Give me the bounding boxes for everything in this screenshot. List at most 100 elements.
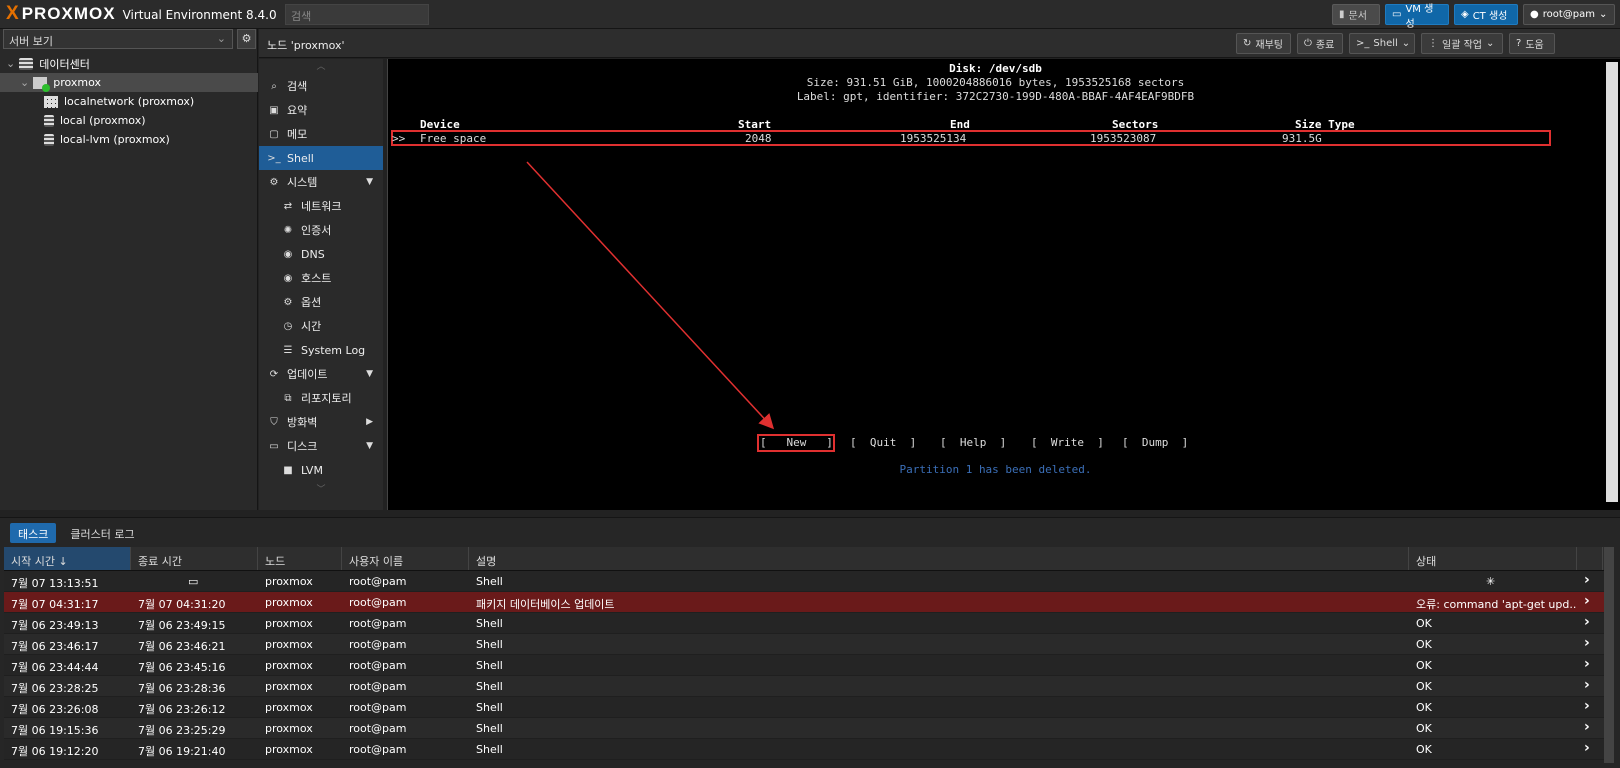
nav-repositories[interactable]: ⧉ 리포지토리 bbox=[259, 386, 383, 410]
nav-firewall[interactable]: ⛉ 방화벽 ▶ bbox=[259, 410, 383, 434]
header-user[interactable]: 사용자 이름 bbox=[342, 547, 469, 570]
square-icon: ■ bbox=[283, 464, 293, 476]
resource-tree: ⌄ 데이터센터 ⌄ proxmox localnetwork (proxmox) l… bbox=[0, 54, 258, 149]
menu-write[interactable]: [ Write ] bbox=[1031, 436, 1104, 449]
nav-hosts[interactable]: ◉ 호스트 bbox=[259, 266, 383, 290]
refresh-icon: ⟳ bbox=[269, 368, 279, 380]
nav-disks[interactable]: ▭ 디스크 ▼ bbox=[259, 434, 383, 458]
search-input[interactable]: 검색 bbox=[285, 4, 429, 25]
menu-help[interactable]: [ Help ] bbox=[940, 436, 1006, 449]
user-menu-button[interactable]: ● root@pam ⌄ bbox=[1523, 4, 1615, 25]
table-row[interactable]: 7월 06 23:44:44 7월 06 23:45:16 proxmox root@… bbox=[4, 655, 1604, 676]
open-detail-chevron-icon[interactable]: › bbox=[1577, 571, 1603, 591]
docs-label: 문서 bbox=[1348, 11, 1367, 22]
header-end-time[interactable]: 종료 시간 bbox=[131, 547, 258, 570]
menu-new[interactable]: [ New ] bbox=[760, 436, 833, 449]
tree-item-localnetwork[interactable]: localnetwork (proxmox) bbox=[0, 92, 258, 111]
tree-node-proxmox[interactable]: ⌄ proxmox bbox=[0, 73, 258, 92]
book-icon: ▮ bbox=[1339, 9, 1345, 20]
tree-item-local-lvm[interactable]: local-lvm (proxmox) bbox=[0, 130, 258, 149]
menu-quit[interactable]: [ Quit ] bbox=[850, 436, 916, 449]
tree-datacenter[interactable]: ⌄ 데이터센터 bbox=[0, 54, 258, 73]
cell-description: Shell bbox=[476, 701, 503, 714]
reboot-button[interactable]: ↻ 재부팅 bbox=[1236, 33, 1291, 54]
create-ct-button[interactable]: ◈ CT 생성 bbox=[1454, 4, 1518, 25]
nav-shell[interactable]: >_ Shell bbox=[259, 146, 383, 170]
cell-start-time: 7월 06 19:15:36 bbox=[11, 724, 99, 737]
view-selector-label: 서버 보기 bbox=[9, 35, 53, 48]
chevron-down-icon: ⌄ bbox=[1485, 38, 1495, 49]
gear-icon[interactable]: ⚙ bbox=[237, 29, 256, 49]
task-grid-scrollbar[interactable] bbox=[1604, 547, 1614, 763]
nav-time[interactable]: ◷ 시간 bbox=[259, 314, 383, 338]
create-vm-button[interactable]: ▭ VM 생성 bbox=[1385, 4, 1449, 30]
open-detail-chevron-icon[interactable]: › bbox=[1577, 655, 1603, 675]
chevron-down-icon[interactable]: ﹀ bbox=[259, 482, 383, 497]
nav-notes[interactable]: ▢ 메모 bbox=[259, 122, 383, 146]
tab-cluster-log[interactable]: 클러스터 로그 bbox=[62, 523, 142, 543]
nav-summary[interactable]: ▣ 요약 bbox=[259, 98, 383, 122]
table-row[interactable]: 7월 06 19:15:36 7월 06 23:25:29 proxmox root@… bbox=[4, 718, 1604, 739]
menu-dump[interactable]: [ Dump ] bbox=[1122, 436, 1188, 449]
cell-end-time: 7월 06 23:26:12 bbox=[138, 703, 226, 716]
shell-menu-button[interactable]: >_ Shell ⌄ bbox=[1349, 33, 1415, 54]
nav-system[interactable]: ⚙ 시스템 ▼ bbox=[259, 170, 383, 194]
chevron-up-icon[interactable]: ︿ bbox=[259, 59, 383, 74]
bulk-actions-button[interactable]: ⋮ 일괄 작업 ⌄ bbox=[1421, 33, 1503, 54]
nav-options[interactable]: ⚙ 옵션 bbox=[259, 290, 383, 314]
nav-lvm[interactable]: ■ LVM bbox=[259, 458, 383, 482]
table-row[interactable]: 7월 06 23:26:08 7월 06 23:26:12 proxmox root@… bbox=[4, 697, 1604, 718]
nav-updates[interactable]: ⟳ 업데이트 ▼ bbox=[259, 362, 383, 386]
top-bar: X PROXMOX Virtual Environment 8.4.0 검색 ▮… bbox=[0, 0, 1620, 30]
nav-dns[interactable]: ◉ DNS bbox=[259, 242, 383, 266]
terminal-scrollbar[interactable] bbox=[1606, 62, 1618, 502]
task-panel: 태스크 클러스터 로그 시작 시간 ↓ 종료 시간 노드 사용자 이름 설명 상… bbox=[0, 517, 1620, 768]
table-row[interactable]: 7월 06 23:46:17 7월 06 23:46:21 proxmox root@… bbox=[4, 634, 1604, 655]
node-nav-menu: ︿ ⌕ 검색 ▣ 요약 ▢ 메모 >_ Shell ⚙ 시스템 ▼ ⇄ 네트워크 ✺ 인증서 ◉… bbox=[259, 59, 383, 510]
open-detail-chevron-icon[interactable]: › bbox=[1577, 613, 1603, 633]
header-status[interactable]: 상태 bbox=[1409, 547, 1577, 570]
chevron-down-icon: ⌄ bbox=[216, 32, 226, 45]
table-row[interactable]: 7월 06 23:49:13 7월 06 23:49:15 proxmox root@… bbox=[4, 613, 1604, 634]
nav-repositories-label: 리포지토리 bbox=[301, 392, 352, 405]
table-row[interactable]: 7월 06 23:28:25 7월 06 23:28:36 proxmox root@… bbox=[4, 676, 1604, 697]
open-detail-chevron-icon[interactable]: › bbox=[1577, 592, 1603, 612]
cell-status: OK bbox=[1416, 701, 1432, 714]
table-row[interactable]: 7월 07 04:31:17 7월 07 04:31:20 proxmox root@… bbox=[4, 592, 1604, 613]
help-button[interactable]: ? 도움 bbox=[1509, 33, 1555, 54]
cell-node: proxmox bbox=[265, 659, 313, 672]
reboot-icon: ↻ bbox=[1243, 38, 1252, 49]
open-detail-chevron-icon[interactable]: › bbox=[1577, 739, 1603, 759]
nav-search-label: 검색 bbox=[287, 80, 308, 93]
docs-button[interactable]: ▮ 문서 bbox=[1332, 4, 1380, 25]
resource-tree-pane: 서버 보기 ⌄ ⚙ ⌄ 데이터센터 ⌄ proxmox localnetwork (p… bbox=[0, 29, 258, 510]
header-description[interactable]: 설명 bbox=[469, 547, 1409, 570]
network-grid-icon bbox=[44, 95, 58, 108]
cell-description: Shell bbox=[476, 722, 503, 735]
nav-shell-label: Shell bbox=[287, 151, 314, 165]
terminal-console[interactable]: Disk: /dev/sdb Size: 931.51 GiB, 1000204… bbox=[387, 59, 1620, 510]
open-detail-chevron-icon[interactable]: › bbox=[1577, 676, 1603, 696]
tree-item-local[interactable]: local (proxmox) bbox=[0, 111, 258, 130]
nav-network[interactable]: ⇄ 네트워크 bbox=[259, 194, 383, 218]
version-label: Virtual Environment 8.4.0 bbox=[122, 8, 277, 22]
nav-network-label: 네트워크 bbox=[301, 200, 342, 213]
view-selector[interactable]: 서버 보기 ⌄ bbox=[3, 29, 233, 49]
nav-search[interactable]: ⌕ 검색 bbox=[259, 74, 383, 98]
open-detail-chevron-icon[interactable]: › bbox=[1577, 634, 1603, 654]
nav-syslog[interactable]: ☰ System Log bbox=[259, 338, 383, 362]
nav-options-label: 옵션 bbox=[301, 296, 322, 309]
tab-tasks[interactable]: 태스크 bbox=[10, 523, 57, 543]
shutdown-button[interactable]: ⏻ 종료 bbox=[1297, 33, 1343, 54]
table-row[interactable]: 7월 07 13:13:51 ▭ proxmox root@pam Shell ✳ › bbox=[4, 571, 1604, 592]
nav-summary-label: 요약 bbox=[287, 104, 308, 117]
cube-icon: ◈ bbox=[1461, 9, 1469, 20]
nav-certificates[interactable]: ✺ 인증서 bbox=[259, 218, 383, 242]
table-row[interactable]: 7월 06 19:12:20 7월 06 19:21:40 proxmox root@… bbox=[4, 739, 1604, 760]
open-detail-chevron-icon[interactable]: › bbox=[1577, 718, 1603, 738]
open-detail-chevron-icon[interactable]: › bbox=[1577, 697, 1603, 717]
header-node[interactable]: 노드 bbox=[258, 547, 342, 570]
header-start-time[interactable]: 시작 시간 ↓ bbox=[4, 547, 131, 570]
cell-status: 오류: command 'apt-get upd... bbox=[1416, 598, 1577, 611]
cell-user: root@pam bbox=[349, 575, 407, 588]
